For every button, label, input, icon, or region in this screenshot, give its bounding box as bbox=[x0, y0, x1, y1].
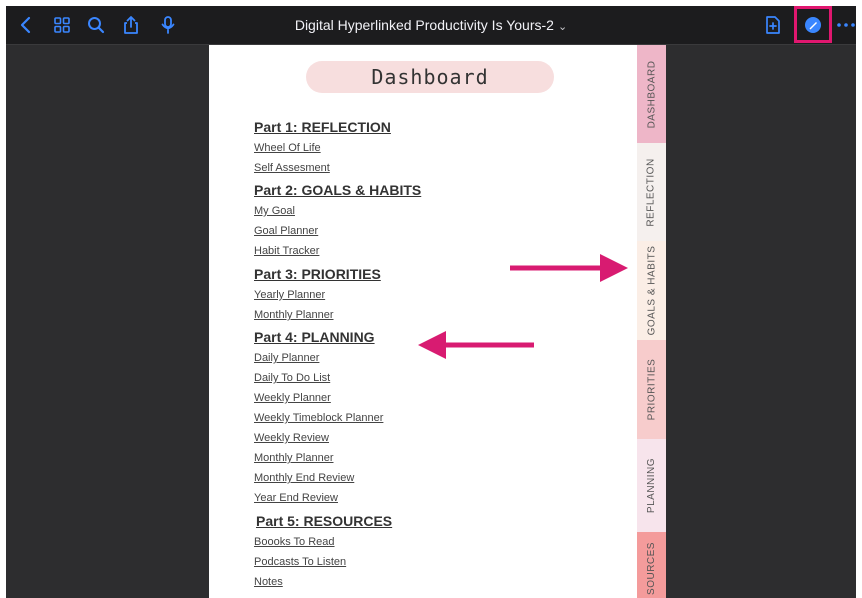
tab-resources[interactable]: SOURCES bbox=[637, 532, 666, 598]
markup-highlight-box bbox=[794, 6, 832, 43]
link-books-to-read[interactable]: Boooks To Read bbox=[254, 536, 335, 548]
link-goal-planner[interactable]: Goal Planner bbox=[254, 225, 318, 237]
microphone-icon[interactable] bbox=[158, 15, 178, 35]
grid-icon[interactable] bbox=[52, 15, 72, 35]
tab-priorities-label: PRIORITIES bbox=[646, 358, 657, 421]
document-title[interactable]: Digital Hyperlinked Productivity Is Your… bbox=[295, 17, 567, 33]
link-weekly-review[interactable]: Weekly Review bbox=[254, 432, 329, 444]
link-daily-planner[interactable]: Daily Planner bbox=[254, 352, 319, 364]
tab-goals-habits[interactable]: GOALS & HABITS bbox=[637, 241, 666, 340]
tab-goals-habits-label: GOALS & HABITS bbox=[646, 245, 657, 336]
link-daily-to-do-list[interactable]: Daily To Do List bbox=[254, 372, 330, 384]
app-window: Digital Hyperlinked Productivity Is Your… bbox=[6, 6, 856, 598]
share-icon[interactable] bbox=[121, 15, 141, 35]
tab-priorities[interactable]: PRIORITIES bbox=[637, 340, 666, 439]
tab-planning-label: PLANNING bbox=[646, 457, 657, 514]
tab-resources-label: SOURCES bbox=[646, 542, 658, 595]
section-heading-goals-habits[interactable]: Part 2: GOALS & HABITS bbox=[254, 182, 421, 198]
tab-planning[interactable]: PLANNING bbox=[637, 439, 666, 532]
link-year-end-review[interactable]: Year End Review bbox=[254, 492, 338, 504]
section-heading-priorities[interactable]: Part 3: PRIORITIES bbox=[254, 266, 381, 282]
document-page: Dashboard Part 1: REFLECTION Wheel Of Li… bbox=[209, 45, 637, 598]
section-heading-resources[interactable]: Part 5: RESOURCES bbox=[256, 513, 392, 529]
link-podcasts-to-listen[interactable]: Podcasts To Listen bbox=[254, 556, 346, 568]
search-icon[interactable] bbox=[86, 15, 106, 35]
link-weekly-timeblock-planner[interactable]: Weekly Timeblock Planner bbox=[254, 412, 383, 424]
tab-reflection-label: REFLECTION bbox=[646, 157, 657, 227]
link-yearly-planner[interactable]: Yearly Planner bbox=[254, 289, 325, 301]
link-my-goal[interactable]: My Goal bbox=[254, 205, 295, 217]
dashboard-heading: Dashboard bbox=[371, 65, 489, 89]
document-title-text: Digital Hyperlinked Productivity Is Your… bbox=[294, 17, 554, 33]
link-monthly-planner-2[interactable]: Monthly Planner bbox=[254, 452, 334, 464]
back-icon[interactable] bbox=[16, 15, 36, 35]
tab-dashboard-label: DASHBOARD bbox=[646, 60, 658, 128]
tab-reflection[interactable]: REFLECTION bbox=[637, 143, 666, 241]
title-chevron-icon: ⌄ bbox=[557, 21, 568, 33]
link-weekly-planner[interactable]: Weekly Planner bbox=[254, 392, 331, 404]
link-notes[interactable]: Notes bbox=[254, 576, 283, 588]
section-heading-reflection[interactable]: Part 1: REFLECTION bbox=[254, 119, 391, 135]
add-page-icon[interactable] bbox=[763, 15, 783, 35]
tab-dashboard[interactable]: DASHBOARD bbox=[637, 45, 666, 143]
link-habit-tracker[interactable]: Habit Tracker bbox=[254, 245, 319, 257]
top-toolbar: Digital Hyperlinked Productivity Is Your… bbox=[6, 6, 856, 45]
link-self-assesment[interactable]: Self Assesment bbox=[254, 162, 330, 174]
link-monthly-planner[interactable]: Monthly Planner bbox=[254, 309, 334, 321]
link-wheel-of-life[interactable]: Wheel Of Life bbox=[254, 142, 321, 154]
link-monthly-end-review[interactable]: Monthly End Review bbox=[254, 472, 354, 484]
section-heading-planning[interactable]: Part 4: PLANNING bbox=[254, 329, 375, 345]
more-icon[interactable] bbox=[836, 15, 856, 35]
dashboard-heading-pill: Dashboard bbox=[306, 61, 554, 93]
